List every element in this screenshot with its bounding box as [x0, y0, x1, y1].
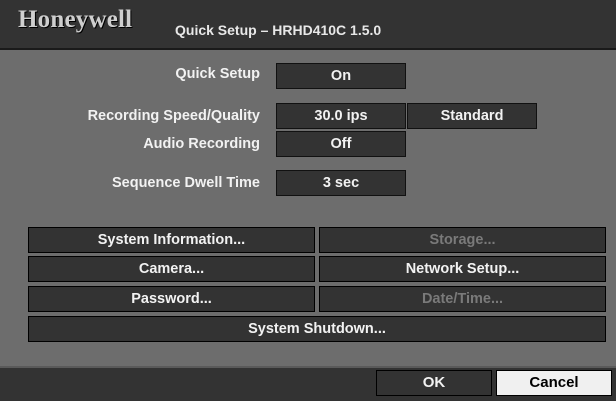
dialog-title: Quick Setup – HRHD410C 1.5.0: [175, 22, 382, 38]
quick-setup-toggle[interactable]: On: [276, 63, 406, 89]
recording-speed-quality-label: Recording Speed/Quality: [87, 108, 260, 124]
ok-button[interactable]: OK: [376, 370, 492, 396]
cancel-button[interactable]: Cancel: [496, 370, 612, 396]
network-setup-button[interactable]: Network Setup...: [319, 256, 606, 282]
quick-setup-dialog: Honeywell Quick Setup – HRHD410C 1.5.0 Q…: [0, 0, 616, 401]
sequence-dwell-time-label: Sequence Dwell Time: [111, 175, 260, 191]
quick-setup-label: Quick Setup: [175, 66, 260, 82]
recording-speed-field[interactable]: 30.0 ips: [276, 103, 406, 129]
system-information-button[interactable]: System Information...: [28, 227, 315, 253]
system-shutdown-button[interactable]: System Shutdown...: [28, 316, 606, 342]
recording-quality-field[interactable]: Standard: [407, 103, 537, 129]
audio-recording-label: Audio Recording: [143, 136, 260, 152]
honeywell-logo: Honeywell: [18, 6, 133, 33]
date-time-button[interactable]: Date/Time...: [319, 286, 606, 312]
storage-button[interactable]: Storage...: [319, 227, 606, 253]
password-button[interactable]: Password...: [28, 286, 315, 312]
sequence-dwell-time-field[interactable]: 3 sec: [276, 170, 406, 196]
audio-recording-toggle[interactable]: Off: [276, 131, 406, 157]
dialog-header: Honeywell Quick Setup – HRHD410C 1.5.0: [0, 0, 616, 50]
camera-button[interactable]: Camera...: [28, 256, 315, 282]
